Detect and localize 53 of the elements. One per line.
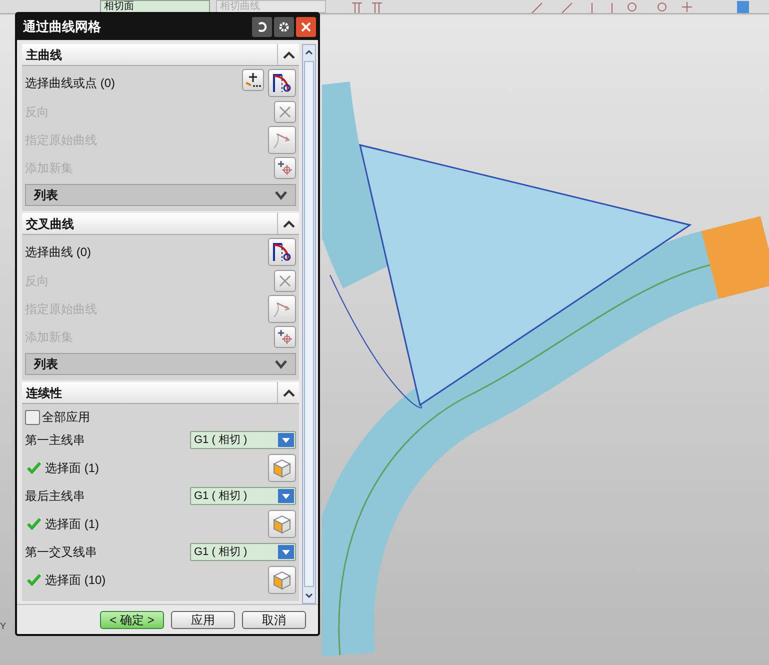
continuity-dropdown[interactable]: G1 ( 相切 ) xyxy=(190,431,296,449)
section-header[interactable]: 交叉曲线 xyxy=(22,213,299,235)
scroll-thumb[interactable] xyxy=(304,61,314,587)
cube-icon xyxy=(271,457,293,479)
chevron-up-icon xyxy=(282,50,294,58)
checkbox-label: 全部应用 xyxy=(42,409,90,426)
scrollbar[interactable] xyxy=(302,44,316,604)
continuity-dropdown[interactable]: G1 ( 相切 ) xyxy=(190,487,296,505)
curve-pick-icon xyxy=(271,241,293,263)
curve-pick-button[interactable] xyxy=(268,69,296,97)
cube-icon xyxy=(271,513,293,535)
selection-label: 选择曲线或点 (0) xyxy=(25,75,115,92)
toolbar-dropdown[interactable]: 相切面 xyxy=(100,0,210,13)
reset-button[interactable] xyxy=(252,17,272,37)
selection-label: 选择面 (1) xyxy=(45,460,99,477)
list-bar[interactable]: 列表 xyxy=(25,353,296,375)
option-label: 第一交叉线串 xyxy=(25,544,97,561)
axis-label: Y xyxy=(0,620,6,633)
cube-button[interactable] xyxy=(268,566,296,594)
dialog-button[interactable]: 应用 xyxy=(171,610,235,628)
selection-label: 选择面 (10) xyxy=(45,572,106,589)
settings-button[interactable] xyxy=(274,17,294,37)
dialog-button[interactable]: < 确定 > xyxy=(100,610,164,628)
option-label: 最后主线串 xyxy=(25,488,85,505)
cross-arrows-icon xyxy=(277,273,293,289)
close-button[interactable] xyxy=(296,17,316,37)
add-point-button[interactable] xyxy=(242,69,264,91)
add-set-icon xyxy=(277,329,293,345)
chevron-down-icon xyxy=(275,190,287,200)
curve-pick-button[interactable] xyxy=(268,238,296,266)
settings-icon xyxy=(278,21,290,33)
list-bar[interactable]: 列表 xyxy=(25,184,296,206)
option-label: 第一主线串 xyxy=(25,432,85,449)
close-icon xyxy=(300,21,312,33)
checkbox[interactable] xyxy=(25,410,40,424)
selection-label: 选择面 (1) xyxy=(45,516,99,533)
window-title: 通过曲线网格 xyxy=(23,18,101,36)
reset-icon xyxy=(256,21,268,33)
cube-button[interactable] xyxy=(268,510,296,538)
add-point-icon xyxy=(244,71,262,89)
section-header[interactable]: 主曲线 xyxy=(22,44,299,66)
chevron-up-icon xyxy=(282,388,294,396)
chevron-up-icon xyxy=(282,220,294,228)
dialog-button[interactable]: 取消 xyxy=(242,610,306,628)
cube-button[interactable] xyxy=(268,454,296,482)
cross-arrows-icon xyxy=(277,104,293,120)
continuity-dropdown[interactable]: G1 ( 相切 ) xyxy=(190,543,296,561)
section-header[interactable]: 连续性 xyxy=(22,382,299,404)
curve-pick-icon xyxy=(271,72,293,94)
chevron-down-icon xyxy=(275,359,287,369)
selection-label: 选择曲线 (0) xyxy=(25,244,91,261)
add-set-icon xyxy=(277,160,293,176)
cube-icon xyxy=(271,569,293,591)
